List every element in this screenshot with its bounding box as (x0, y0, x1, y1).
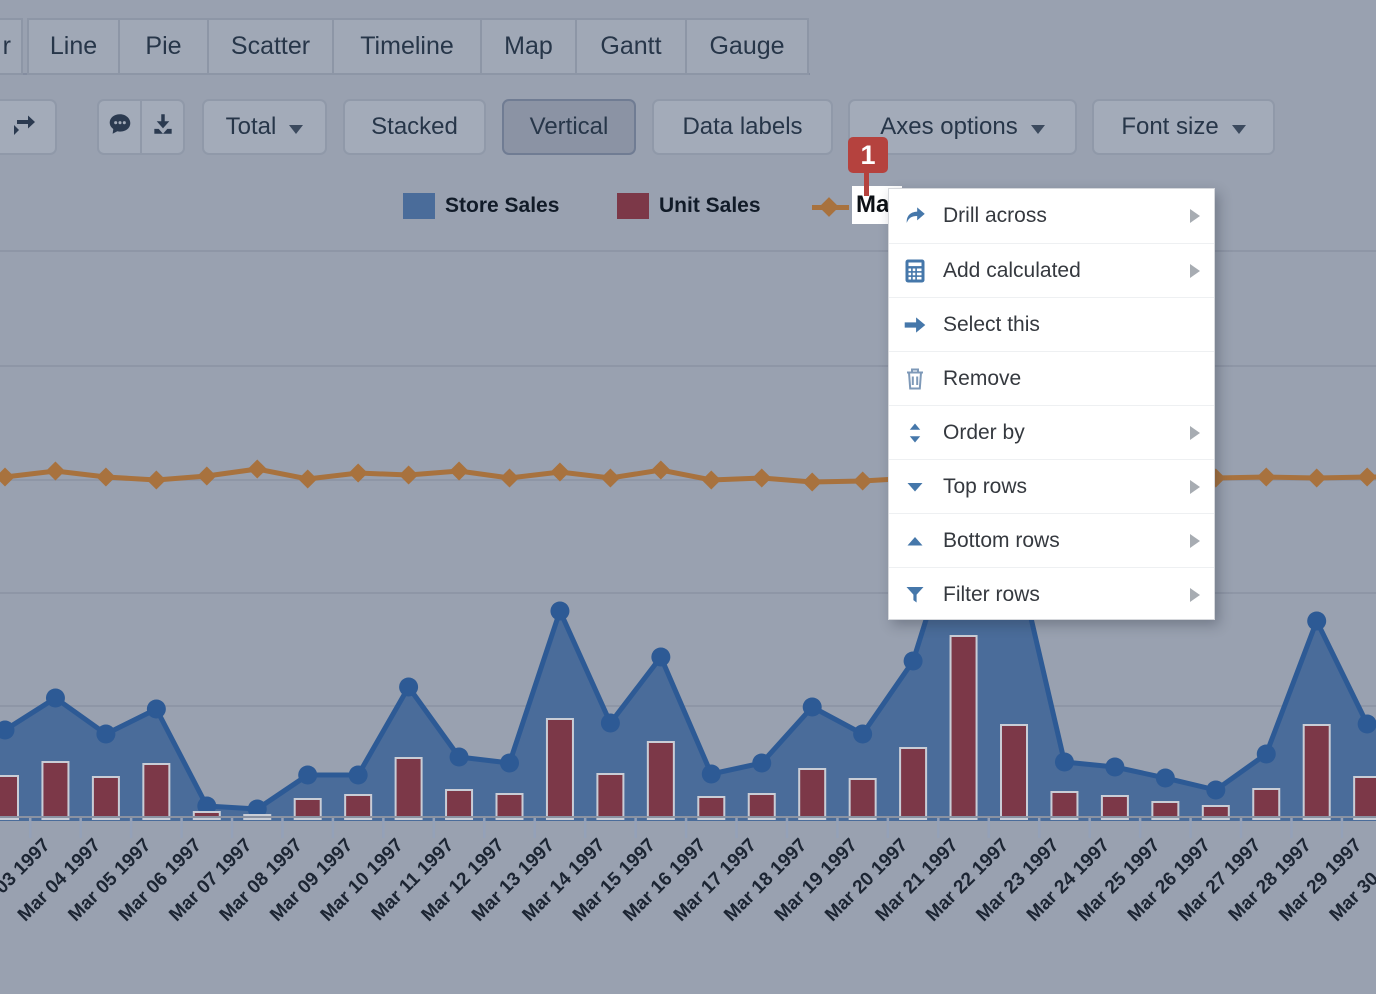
menu-item-label: Drill across (943, 204, 1190, 228)
download-button[interactable] (140, 101, 183, 153)
triangle-up-icon (901, 528, 928, 554)
font-size-button[interactable]: Font size (1092, 99, 1275, 155)
chart-workspace: Mar 03 1997Mar 04 1997Mar 05 1997Mar 06 … (0, 0, 1376, 994)
submenu-arrow-icon (1190, 209, 1200, 223)
font-size-button-label: Font size (1121, 113, 1218, 141)
legend-item-store-sales[interactable]: Store Sales (445, 194, 559, 218)
partial-refresh-button[interactable] (0, 99, 57, 155)
stacked-button-label: Stacked (371, 113, 458, 141)
tab-gantt[interactable]: Gantt (575, 18, 687, 75)
vertical-button[interactable]: Vertical (502, 99, 636, 155)
data-labels-button-label: Data labels (682, 113, 802, 141)
refresh-icon (11, 111, 37, 144)
stacked-button[interactable]: Stacked (343, 99, 486, 155)
tab-scatter[interactable]: Scatter (207, 18, 334, 75)
legend-swatch-unit-sales (617, 193, 649, 219)
menu-item-top-rows[interactable]: Top rows (889, 459, 1214, 513)
sort-icon (901, 420, 928, 446)
menu-item-label: Top rows (943, 475, 1190, 499)
menu-item-select-this[interactable]: Select this (889, 297, 1214, 351)
menu-item-bottom-rows[interactable]: Bottom rows (889, 513, 1214, 567)
menu-item-label: Bottom rows (943, 529, 1190, 553)
menu-item-add-calculated[interactable]: Add calculated (889, 243, 1214, 297)
total-button-label: Total (226, 113, 277, 141)
tab-partial-bar[interactable]: r (0, 18, 23, 75)
chevron-down-icon (289, 125, 303, 134)
download-icon (150, 111, 176, 144)
menu-item-label: Order by (943, 421, 1190, 445)
legend-swatch-store-sales (403, 193, 435, 219)
data-labels-button[interactable]: Data labels (652, 99, 833, 155)
menu-item-drill-across[interactable]: Drill across (889, 189, 1214, 243)
vertical-button-label: Vertical (530, 113, 609, 141)
menu-item-filter-rows[interactable]: Filter rows (889, 567, 1214, 621)
annotation-badge: 1 (848, 137, 888, 173)
submenu-arrow-icon (1190, 480, 1200, 494)
submenu-arrow-icon (1190, 264, 1200, 278)
chart-type-tabs: Line Pie Scatter Timeline Map Gantt Gaug… (27, 18, 809, 75)
legend-item-unit-sales[interactable]: Unit Sales (659, 194, 761, 218)
menu-item-order-by[interactable]: Order by (889, 405, 1214, 459)
chevron-down-icon (1031, 125, 1045, 134)
menu-item-remove[interactable]: Remove (889, 351, 1214, 405)
submenu-arrow-icon (1190, 426, 1200, 440)
arrow-right-icon (901, 312, 928, 338)
submenu-arrow-icon (1190, 534, 1200, 548)
axes-options-button-label: Axes options (880, 113, 1017, 141)
submenu-arrow-icon (1190, 588, 1200, 602)
menu-item-label: Remove (943, 367, 1200, 391)
trash-icon (901, 366, 928, 392)
comment-button[interactable] (99, 101, 140, 153)
tab-gauge[interactable]: Gauge (685, 18, 809, 75)
toolbar-icon-group (97, 99, 185, 155)
tab-map[interactable]: Map (480, 18, 577, 75)
menu-item-label: Add calculated (943, 259, 1190, 283)
menu-item-label: Filter rows (943, 583, 1190, 607)
drill-across-icon (901, 203, 928, 229)
badge-pointer-stem (864, 172, 869, 196)
triangle-down-icon (901, 474, 928, 500)
context-menu: Drill across Add calculated (888, 188, 1215, 620)
comment-icon (107, 111, 133, 144)
calculator-icon (901, 258, 928, 284)
total-button[interactable]: Total (202, 99, 327, 155)
menu-item-label: Select this (943, 313, 1200, 337)
tab-timeline[interactable]: Timeline (332, 18, 482, 75)
chevron-down-icon (1232, 125, 1246, 134)
filter-icon (901, 582, 928, 608)
tab-line[interactable]: Line (27, 18, 120, 75)
tab-pie[interactable]: Pie (118, 18, 209, 75)
